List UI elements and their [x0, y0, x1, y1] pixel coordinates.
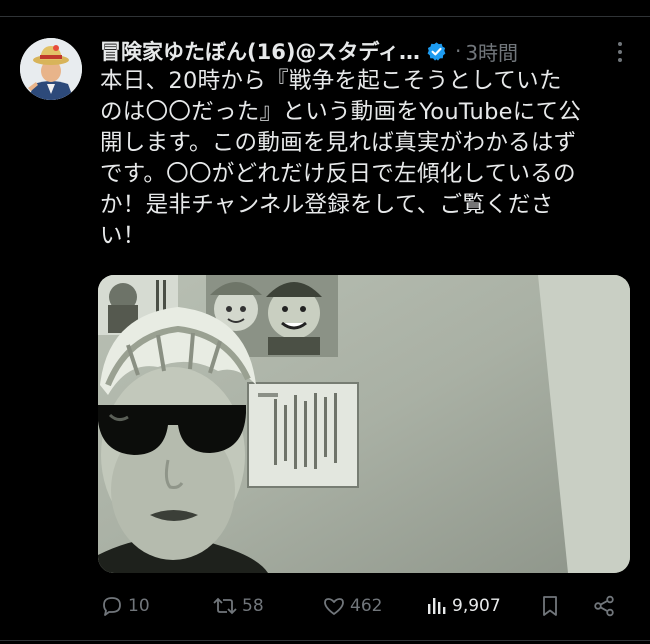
tweet-media-image[interactable] [98, 275, 630, 573]
tweet-text-line: 開します。この動画を見れば真実がわかるはず [100, 130, 577, 156]
author-name[interactable]: 冒険家ゆたぼん(16)@スタディ… [100, 36, 420, 66]
views-button[interactable]: 9,907 [426, 592, 501, 620]
more-dots-icon[interactable] [610, 40, 630, 64]
tweet-text-line: のは〇〇だった』という動画をYouTubeにて公 [100, 99, 582, 125]
reply-button[interactable]: 10 [100, 592, 150, 620]
tweet-action-bar: 10 58 462 9,907 [100, 592, 620, 620]
reply-count: 10 [128, 596, 150, 616]
reply-icon [103, 597, 121, 616]
avatar-image [20, 38, 82, 100]
repost-icon [213, 597, 237, 615]
bookmark-icon [543, 596, 557, 616]
repost-count: 58 [242, 596, 264, 616]
tweet-text-line: か！是非チャンネル登録をして、ご覧くださ [100, 192, 554, 218]
like-button[interactable]: 462 [322, 592, 382, 620]
tweet-text: 本日、20時から『戦争を起こそうとしていた のは〇〇だった』という動画をYouT… [100, 66, 638, 252]
views-icon [428, 598, 446, 614]
tweet-text-line: です。〇〇がどれだけ反日で左傾化しているの [100, 161, 576, 187]
share-button[interactable] [592, 592, 620, 620]
bookmark-button[interactable] [538, 592, 566, 620]
media-photo [98, 275, 630, 573]
verified-badge-icon [427, 41, 446, 61]
like-count: 462 [350, 596, 383, 616]
author-avatar[interactable] [20, 38, 82, 100]
tweet-header: 冒険家ゆたぼん(16)@スタディ… · 3時間 [100, 36, 518, 66]
repost-button[interactable]: 58 [212, 592, 264, 620]
tweet-timestamp[interactable]: 3時間 [465, 37, 518, 66]
tweet-text-line: 本日、20時から『戦争を起こそうとしていた [100, 68, 562, 94]
bottom-divider [0, 640, 650, 641]
top-divider [0, 16, 650, 17]
header-separator: · [454, 39, 462, 63]
share-icon [594, 595, 614, 617]
heart-icon [324, 598, 344, 615]
view-count: 9,907 [452, 596, 501, 616]
tweet-text-line: い！ [100, 223, 146, 249]
